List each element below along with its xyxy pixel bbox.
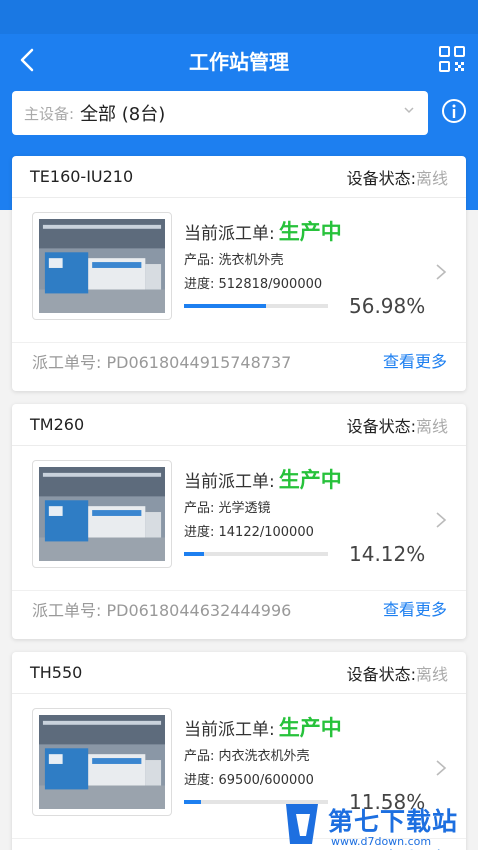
- progress-percent: 56.98%: [349, 294, 426, 318]
- watermark-text: 第七下载站: [328, 807, 459, 836]
- order-status: 生产中: [278, 716, 342, 740]
- current-order-label: 当前派工单:: [184, 720, 275, 740]
- device-status-label: 设备状态:: [346, 664, 416, 684]
- machine-image: [32, 212, 172, 320]
- card-header: TE160-IU210 设备状态:离线: [12, 156, 466, 198]
- progress-bar: [184, 304, 328, 308]
- workstation-card[interactable]: TE160-IU210 设备状态:离线 当前派工单: 生产中 产品: 洗衣机外壳 …: [12, 156, 466, 391]
- status-bar: [0, 0, 478, 34]
- current-order: 当前派工单: 生产中: [184, 216, 342, 246]
- order-number: 派工单号: PD0618044915748737: [32, 353, 292, 372]
- watermark-url: www.d7down.com: [331, 835, 432, 848]
- order-number: 派工单号: PD0618044632444996: [32, 601, 292, 620]
- selector-value: 全部 (8台): [80, 104, 166, 125]
- machine-name: TE160-IU210: [30, 167, 134, 186]
- current-order-label: 当前派工单:: [184, 472, 275, 492]
- machine-image: [32, 460, 172, 568]
- selector-label: 主设备:: [24, 104, 75, 123]
- chevron-right-icon[interactable]: [435, 262, 447, 282]
- device-status-label: 设备状态:: [346, 168, 416, 188]
- progress-text: 进度: 14122/100000: [184, 525, 314, 540]
- chevron-right-icon[interactable]: [435, 758, 447, 778]
- progress-text: 进度: 512818/900000: [184, 277, 323, 292]
- product-text: 产品: 内衣洗衣机外壳: [184, 749, 310, 764]
- device-status: 设备状态:离线: [347, 661, 448, 685]
- progress-bar: [184, 552, 328, 556]
- progress-text: 进度: 69500/600000: [184, 773, 314, 788]
- order-status: 生产中: [278, 468, 342, 492]
- device-status-value: 离线: [415, 168, 448, 188]
- product-text: 产品: 光学透镜: [184, 501, 271, 516]
- device-status-value: 离线: [415, 416, 448, 436]
- view-more-link[interactable]: 查看更多: [383, 596, 447, 620]
- qr-code-icon[interactable]: [438, 45, 466, 73]
- view-more-link[interactable]: 查看更多: [383, 348, 447, 372]
- current-order: 当前派工单: 生产中: [184, 712, 342, 742]
- machine-name: TM260: [30, 415, 85, 434]
- card-header: TH550 设备状态:离线: [12, 652, 466, 694]
- page-title: 工作站管理: [189, 50, 289, 74]
- device-status-value: 离线: [415, 664, 448, 684]
- progress-percent: 14.12%: [349, 542, 426, 566]
- order-number: 派工单号: PD0618044: [32, 845, 200, 850]
- progress-bar-fill: [184, 552, 205, 556]
- progress-bar-fill: [184, 304, 267, 308]
- progress-bar-fill: [184, 800, 201, 804]
- chevron-down-icon: [404, 107, 414, 114]
- device-status: 设备状态:离线: [347, 413, 448, 437]
- workstation-card[interactable]: TM260 设备状态:离线 当前派工单: 生产中 产品: 光学透镜 进度: 141…: [12, 404, 466, 639]
- machine-name: TH550: [30, 663, 83, 682]
- device-status: 设备状态:离线: [347, 165, 448, 189]
- chevron-right-icon[interactable]: [435, 510, 447, 530]
- device-status-label: 设备状态:: [346, 416, 416, 436]
- card-header: TM260 设备状态:离线: [12, 404, 466, 446]
- current-order-label: 当前派工单:: [184, 224, 275, 244]
- current-order: 当前派工单: 生产中: [184, 464, 342, 494]
- order-status: 生产中: [278, 220, 342, 244]
- product-text: 产品: 洗衣机外壳: [184, 253, 284, 268]
- main-device-selector[interactable]: 主设备: 全部 (8台): [12, 91, 428, 135]
- machine-image: [32, 708, 172, 816]
- info-icon[interactable]: [441, 98, 467, 124]
- divider: [12, 590, 466, 591]
- divider: [12, 342, 466, 343]
